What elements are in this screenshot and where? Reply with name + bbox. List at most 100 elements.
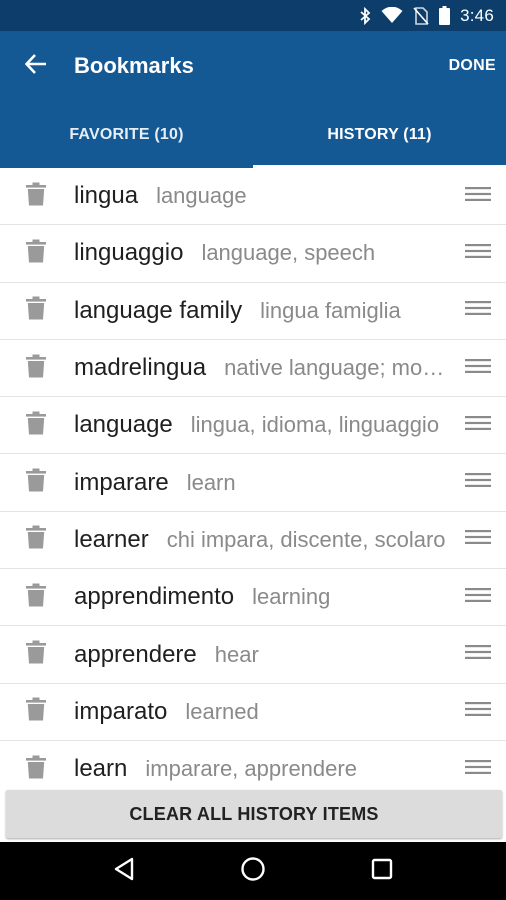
nav-back-button[interactable] xyxy=(94,842,154,900)
status-bar: 3:46 xyxy=(0,0,506,31)
clear-button-area: CLEAR ALL HISTORY ITEMS xyxy=(0,788,506,842)
entry-meaning: chi impara, discente, scolaro xyxy=(166,526,446,552)
list-item[interactable]: apprendimento learning xyxy=(0,569,506,627)
trash-icon xyxy=(26,697,46,726)
delete-button[interactable] xyxy=(0,239,74,268)
entry-text: apprendimento learning xyxy=(74,583,450,611)
list-item[interactable]: lingua language xyxy=(0,168,506,226)
drag-handle[interactable] xyxy=(450,186,506,206)
trash-icon xyxy=(26,468,46,497)
nav-back-icon xyxy=(113,857,135,886)
delete-button[interactable] xyxy=(0,755,74,784)
page-title: Bookmarks xyxy=(74,53,194,78)
entry-word: lingua xyxy=(74,182,139,210)
drag-handle-icon xyxy=(465,645,491,664)
drag-handle[interactable] xyxy=(450,473,506,492)
entry-word: apprendimento xyxy=(74,583,235,611)
nav-recents-icon xyxy=(371,858,393,885)
delete-button[interactable] xyxy=(0,354,74,383)
list-item[interactable]: language family lingua famiglia xyxy=(0,283,506,340)
delete-button[interactable] xyxy=(0,640,74,669)
battery-icon xyxy=(439,6,451,25)
tab-history[interactable]: HISTORY (11) xyxy=(253,101,506,168)
list-item[interactable]: madrelingua native language; mother tongu… xyxy=(0,340,506,398)
drag-handle-icon xyxy=(465,186,491,206)
tab-favorite[interactable]: FAVORITE (10) xyxy=(0,101,253,168)
entry-meaning: learning xyxy=(252,584,331,610)
entry-text: lingua language xyxy=(74,182,450,210)
delete-button[interactable] xyxy=(0,525,74,554)
drag-handle-icon xyxy=(465,530,491,549)
entry-meaning: hear xyxy=(214,641,259,667)
drag-handle[interactable] xyxy=(450,530,506,549)
wifi-icon xyxy=(381,7,403,24)
drag-handle[interactable] xyxy=(450,645,506,664)
entry-word: madrelingua xyxy=(74,354,207,382)
drag-handle-icon xyxy=(465,473,491,492)
delete-button[interactable] xyxy=(0,583,74,612)
tab-bar: FAVORITE (10) HISTORY (11) xyxy=(0,101,506,168)
nav-home-icon xyxy=(240,856,266,887)
entry-text: madrelingua native language; mother tongu… xyxy=(74,354,450,382)
list-item[interactable]: language lingua, idioma, linguaggio xyxy=(0,397,506,455)
list-item[interactable]: imparare learn xyxy=(0,454,506,512)
entry-meaning: language, speech xyxy=(201,240,376,266)
drag-handle-icon xyxy=(465,759,491,779)
drag-handle[interactable] xyxy=(450,415,506,435)
system-nav-bar xyxy=(0,842,506,900)
clear-all-history-button[interactable]: CLEAR ALL HISTORY ITEMS xyxy=(6,790,502,838)
entry-text: learner chi impara, discente, scolaro xyxy=(74,526,450,554)
drag-handle[interactable] xyxy=(450,301,506,320)
back-button[interactable] xyxy=(0,31,72,101)
nav-recents-button[interactable] xyxy=(352,842,412,900)
delete-button[interactable] xyxy=(0,697,74,726)
entry-word: language xyxy=(74,411,173,439)
entry-word: apprendere xyxy=(74,640,197,668)
clock: 3:46 xyxy=(460,5,494,25)
trash-icon xyxy=(26,182,46,211)
trash-icon xyxy=(26,640,46,669)
list-item[interactable]: learner chi impara, discente, scolaro xyxy=(0,512,506,570)
drag-handle[interactable] xyxy=(450,759,506,779)
drag-handle[interactable] xyxy=(450,358,506,378)
drag-handle-icon xyxy=(465,415,491,435)
done-button[interactable]: DONE xyxy=(439,57,506,75)
delete-button[interactable] xyxy=(0,296,74,325)
entry-word: learner xyxy=(74,525,149,553)
trash-icon xyxy=(26,296,46,325)
trash-icon xyxy=(26,354,46,383)
drag-handle[interactable] xyxy=(450,702,506,721)
nav-home-button[interactable] xyxy=(223,842,283,900)
bluetooth-icon xyxy=(359,6,371,25)
delete-button[interactable] xyxy=(0,182,74,211)
list-item[interactable]: apprendere hear xyxy=(0,626,506,684)
no-sim-icon xyxy=(413,6,429,25)
trash-icon xyxy=(26,583,46,612)
entry-word: linguaggio xyxy=(74,239,184,267)
entry-word: imparato xyxy=(74,697,168,725)
app-bar: Bookmarks DONE xyxy=(0,31,506,101)
entry-meaning: language xyxy=(156,183,247,209)
drag-handle[interactable] xyxy=(450,587,506,607)
list-item[interactable]: imparato learned xyxy=(0,684,506,741)
history-list: lingua language linguaggio language, speech… xyxy=(0,168,506,788)
back-arrow-icon xyxy=(24,53,47,79)
delete-button[interactable] xyxy=(0,411,74,440)
drag-handle-icon xyxy=(465,702,491,721)
trash-icon xyxy=(26,525,46,554)
entry-word: language family xyxy=(74,296,243,324)
delete-button[interactable] xyxy=(0,468,74,497)
drag-handle[interactable] xyxy=(450,243,506,263)
entry-text: imparare learn xyxy=(74,469,450,497)
entry-meaning: learn xyxy=(186,469,236,495)
trash-icon xyxy=(26,239,46,268)
drag-handle-icon xyxy=(465,301,491,320)
entry-meaning: lingua, idioma, linguaggio xyxy=(190,412,440,438)
entry-text: language lingua, idioma, linguaggio xyxy=(74,411,450,439)
entry-word: imparare xyxy=(74,468,169,496)
list-item[interactable]: linguaggio language, speech xyxy=(0,225,506,283)
entry-text: language family lingua famiglia xyxy=(74,297,450,325)
entry-meaning: imparare, apprendere xyxy=(145,756,357,782)
list-item[interactable]: learn imparare, apprendere xyxy=(0,741,506,788)
entry-word: learn xyxy=(74,755,128,783)
